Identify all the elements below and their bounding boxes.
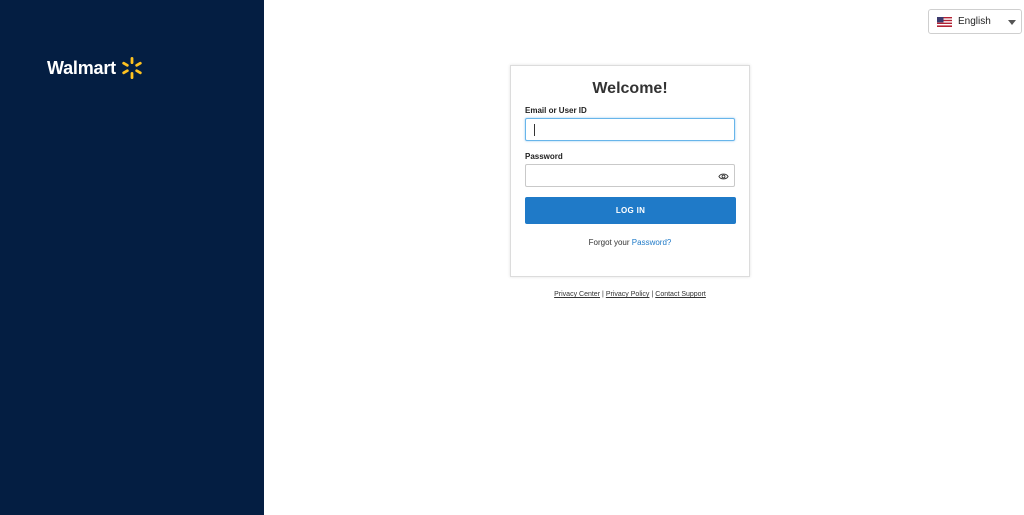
- forgot-password-link[interactable]: Password?: [632, 238, 672, 247]
- login-button[interactable]: LOG IN: [525, 197, 736, 224]
- password-label: Password: [525, 152, 563, 161]
- show-password-icon[interactable]: [718, 171, 729, 182]
- sidebar: Walmart: [0, 0, 264, 515]
- walmart-logo: Walmart: [47, 56, 144, 80]
- divider: |: [651, 291, 654, 298]
- chevron-down-icon: [1008, 20, 1016, 25]
- divider: |: [602, 291, 604, 298]
- privacy-center-link[interactable]: Privacy Center: [554, 291, 600, 298]
- footer-links: Privacy Center | Privacy Policy | Contact Su…: [510, 291, 750, 298]
- language-label: English: [958, 16, 991, 27]
- contact-support-link[interactable]: Contact Support: [655, 291, 706, 298]
- forgot-password: Forgot your Password?: [511, 238, 749, 247]
- spark-icon: [122, 57, 142, 79]
- email-field[interactable]: [525, 118, 735, 141]
- us-flag-icon: [937, 16, 952, 27]
- password-field[interactable]: [525, 164, 735, 187]
- forgot-prefix: Forgot your: [588, 238, 632, 247]
- privacy-policy-link[interactable]: Privacy Policy: [606, 291, 650, 298]
- login-card: Welcome! Email or User ID Password LOG I…: [510, 65, 750, 277]
- page-title: Welcome!: [592, 80, 668, 97]
- text-cursor: [534, 124, 535, 136]
- email-label: Email or User ID: [525, 106, 587, 115]
- language-selector[interactable]: English: [928, 9, 1022, 34]
- logo-text: Walmart: [47, 57, 116, 78]
